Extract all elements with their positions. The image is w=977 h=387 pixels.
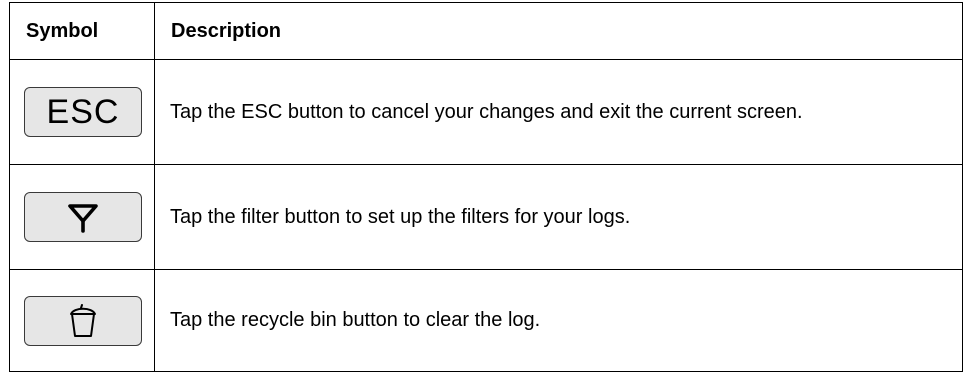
symbol-cell: ESC: [9, 59, 155, 165]
esc-button-label: ESC: [46, 93, 120, 131]
filter-button[interactable]: [24, 192, 142, 242]
recycle-bin-icon: [68, 303, 98, 339]
table-row: Tap the recycle bin button to clear the …: [9, 269, 963, 372]
esc-button[interactable]: ESC: [24, 87, 142, 137]
description-cell: Tap the recycle bin button to clear the …: [154, 269, 963, 372]
symbol-cell: [9, 164, 155, 270]
table-row: ESC Tap the ESC button to cancel your ch…: [9, 59, 963, 165]
symbol-cell: [9, 269, 155, 372]
recycle-bin-button[interactable]: [24, 295, 142, 346]
table-row: Tap the filter button to set up the filt…: [9, 164, 963, 270]
description-cell: Tap the ESC button to cancel your change…: [154, 59, 963, 165]
table-header-row: Symbol Description: [9, 2, 963, 60]
description-cell: Tap the filter button to set up the filt…: [154, 164, 963, 270]
symbol-description-table: Symbol Description ESC Tap the ESC butto…: [9, 2, 963, 372]
header-description: Description: [154, 2, 963, 60]
header-symbol: Symbol: [9, 2, 155, 60]
filter-icon: [66, 200, 100, 234]
